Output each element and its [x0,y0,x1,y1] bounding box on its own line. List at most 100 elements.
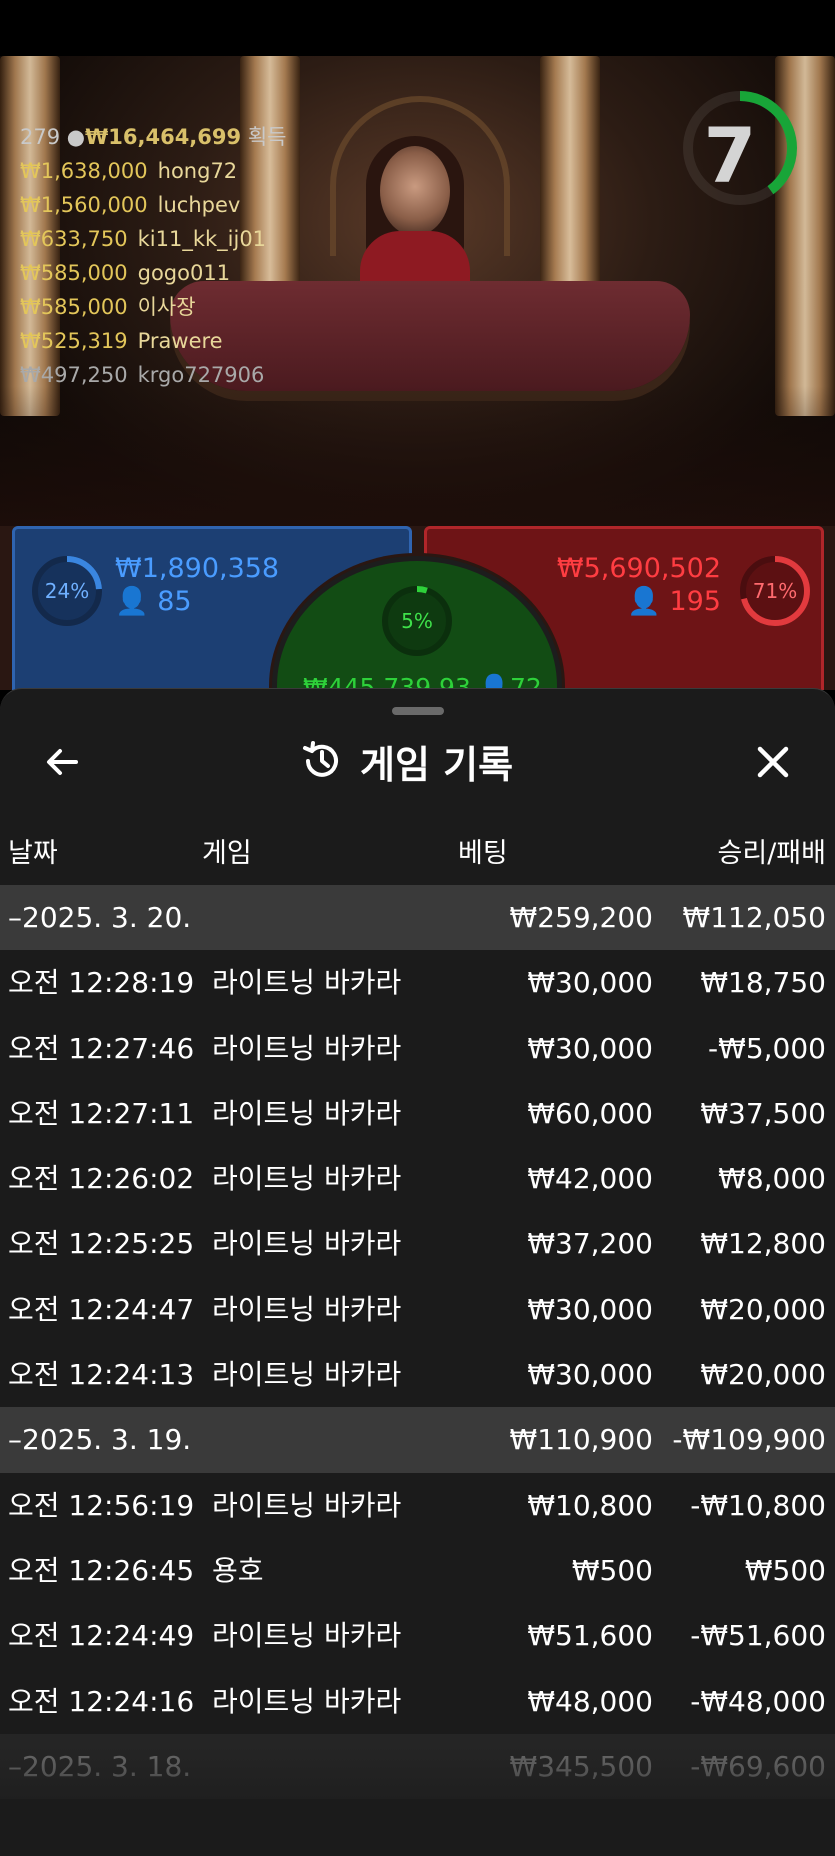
row-win-loss: -₩48,000 [690,1684,826,1718]
winner-row: ₩1,560,000 luchpev [20,188,286,222]
payout-label: 획득 [247,125,287,149]
scene-shadow [0,386,835,526]
row-bet: ₩60,000 [527,1096,653,1130]
row-game: 라이트닝 바카라 [212,1096,402,1130]
winner-name: krgo727906 [137,363,265,387]
close-icon[interactable] [748,737,798,787]
winner-amount: ₩633,750 [20,227,128,251]
winner-amount: ₩585,000 [20,295,128,319]
history-row[interactable]: 오전 12:28:19 라이트닝 바카라 ₩30,000 ₩18,750 [0,950,835,1015]
row-bet: ₩30,000 [527,1031,653,1065]
row-time: 오전 12:25:25 [8,1227,195,1261]
row-bet: ₩30,000 [527,1358,653,1392]
pillar-decor [540,56,600,296]
winner-row: ₩1,638,000 hong72 [20,154,286,188]
row-game: 라이트닝 바카라 [212,1619,402,1653]
history-table: –2025. 3. 20. ₩259,200 ₩112,050 오전 12:28… [0,885,835,1800]
row-win-loss: ₩20,000 [700,1358,826,1392]
row-win-loss: ₩18,750 [700,966,826,1000]
history-row[interactable]: 오전 12:24:47 라이트닝 바카라 ₩30,000 ₩20,000 [0,1277,835,1342]
winner-row: ₩585,000 gogo011 [20,256,286,290]
group-date: –2025. 3. 19. [8,1423,192,1457]
column-header-date: 날짜 [8,838,58,869]
row-win-loss: ₩20,000 [700,1292,826,1326]
winner-row: ₩525,319 Prawere [20,324,286,358]
row-game: 용호 [212,1553,264,1587]
group-bet-total: ₩110,900 [509,1423,653,1457]
row-bet: ₩51,600 [527,1619,653,1653]
row-game: 라이트닝 바카라 [212,1292,402,1326]
row-time: 오전 12:26:45 [8,1553,195,1587]
history-row[interactable]: 오전 12:26:45 용호 ₩500 ₩500 [0,1538,835,1603]
winner-amount: ₩525,319 [20,329,128,353]
row-bet: ₩500 [571,1553,653,1587]
row-time: 오전 12:27:11 [8,1096,195,1130]
group-date: –2025. 3. 18. [8,1749,192,1783]
history-row[interactable]: 오전 12:24:13 라이트닝 바카라 ₩30,000 ₩20,000 [0,1342,835,1407]
date-group-row[interactable]: –2025. 3. 20. ₩259,200 ₩112,050 [0,885,835,951]
person-icon: ● [66,125,86,149]
countdown-timer-value: 7 [703,111,757,200]
player-count: 85 [157,586,192,617]
row-game: 라이트닝 바카라 [212,966,402,1000]
sheet-header: 게임 기록 [300,733,513,789]
group-win-loss-total: ₩112,050 [682,901,826,934]
history-row[interactable]: 오전 12:27:46 라이트닝 바카라 ₩30,000 -₩5,000 [0,1016,835,1081]
column-header-game: 게임 [202,838,252,869]
winner-amount: ₩497,250 [20,363,128,387]
winner-amount: ₩1,560,000 [20,193,148,217]
group-date: –2025. 3. 20. [8,901,192,934]
back-arrow-icon[interactable] [38,737,88,787]
date-group-row[interactable]: –2025. 3. 18. ₩345,500 -₩69,600 [0,1733,835,1800]
row-game: 라이트닝 바카라 [212,1684,402,1718]
betting-area: 24% ₩1,890,358 👤 85 71% ₩5,690,502 👤 195… [0,526,835,690]
row-game: 라이트닝 바카라 [212,1358,402,1392]
winner-row: ₩585,000 이사장 [20,290,286,324]
row-time: 오전 12:26:02 [8,1162,195,1196]
winner-row: ₩633,750 ki11_kk_ij01 [20,222,286,256]
winner-name: luchpev [157,193,241,217]
winner-name: hong72 [157,159,238,183]
history-icon [303,741,338,777]
row-bet: ₩10,800 [527,1488,653,1522]
row-win-loss: -₩10,800 [690,1488,826,1522]
history-row[interactable]: 오전 12:56:19 라이트닝 바카라 ₩10,800 -₩10,800 [0,1473,835,1538]
banker-percent: 71% [752,579,798,603]
history-row[interactable]: 오전 12:27:11 라이트닝 바카라 ₩60,000 ₩37,500 [0,1081,835,1146]
row-game: 라이트닝 바카라 [212,1227,402,1261]
row-time: 오전 12:24:47 [8,1292,195,1326]
row-bet: ₩48,000 [527,1684,653,1718]
date-group-row[interactable]: –2025. 3. 19. ₩110,900 -₩109,900 [0,1407,835,1473]
history-row[interactable]: 오전 12:26:02 라이트닝 바카라 ₩42,000 ₩8,000 [0,1146,835,1211]
history-row[interactable]: 오전 12:25:25 라이트닝 바카라 ₩37,200 ₩12,800 [0,1211,835,1276]
row-win-loss: ₩37,500 [700,1096,826,1130]
row-win-loss: ₩8,000 [718,1162,826,1196]
group-bet-total: ₩259,200 [509,901,653,934]
row-time: 오전 12:24:49 [8,1619,195,1653]
person-icon: 👤 [115,586,149,617]
row-game: 라이트닝 바카라 [212,1031,402,1065]
row-time: 오전 12:27:46 [8,1031,195,1065]
row-win-loss: ₩500 [744,1553,826,1587]
row-time: 오전 12:24:13 [8,1358,195,1392]
tie-percent: 5% [401,609,433,633]
row-bet: ₩42,000 [527,1162,653,1196]
row-win-loss: ₩12,800 [700,1227,826,1261]
row-time: 오전 12:56:19 [8,1488,195,1522]
column-header-bet: 베팅 [458,838,508,869]
dealer-face [380,146,450,236]
row-game: 라이트닝 바카라 [212,1162,402,1196]
winner-name: gogo011 [137,261,231,285]
winner-amount: ₩585,000 [20,261,128,285]
winners-header: 279 ●₩16,464,699 획득 [20,120,286,154]
winner-row: ₩497,250 krgo727906 [20,358,286,392]
winners-list: 279 ●₩16,464,699 획득 ₩1,638,000 hong72 ₩1,… [20,120,286,392]
winner-name: ki11_kk_ij01 [137,227,267,251]
winner-amount: ₩1,638,000 [20,159,148,183]
player-percent: 24% [44,579,90,603]
sheet-title: 게임 기록 [360,742,514,787]
sheet-drag-handle[interactable] [392,707,444,715]
player-amount: ₩1,890,358 [115,553,280,584]
history-row[interactable]: 오전 12:24:49 라이트닝 바카라 ₩51,600 -₩51,600 [0,1603,835,1668]
history-row[interactable]: 오전 12:24:16 라이트닝 바카라 ₩48,000 -₩48,000 [0,1669,835,1734]
